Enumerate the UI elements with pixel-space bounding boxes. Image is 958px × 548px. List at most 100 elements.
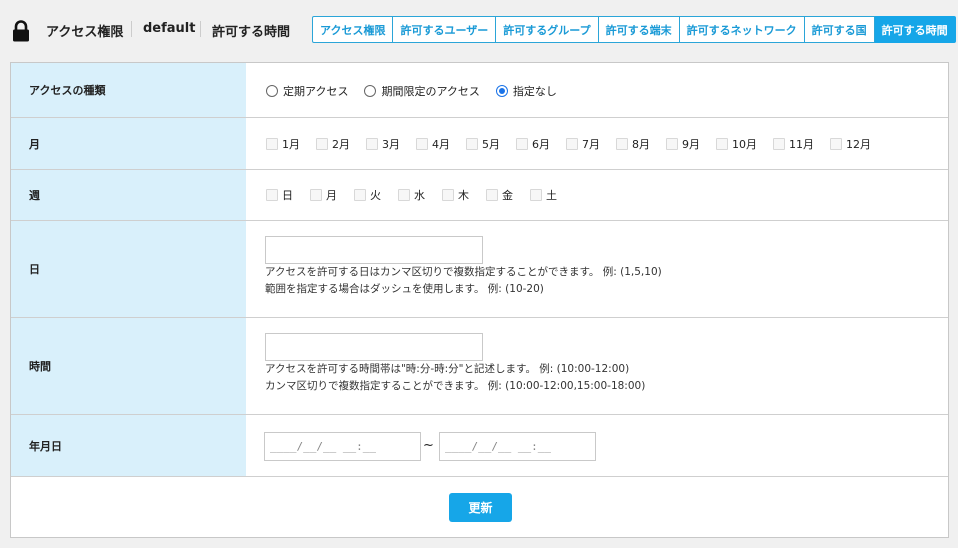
tab-allowed-users[interactable]: 許可するユーザー [393,16,497,43]
week-checkbox-sat[interactable]: 土 [530,187,557,203]
month-checkbox-2[interactable]: 2月 [316,136,350,152]
checkbox[interactable] [486,189,498,201]
week-checkbox-fri[interactable]: 金 [486,187,513,203]
checkbox[interactable] [716,138,728,150]
breadcrumb-access-rights[interactable]: アクセス権限 [46,21,123,40]
radio-button[interactable] [364,85,377,97]
checkbox-label: 9月 [682,138,700,151]
week-checkbox-tue[interactable]: 火 [354,187,381,203]
checkbox-label: 1月 [282,138,300,151]
checkbox-label: 10月 [732,138,757,151]
time-help-text-1: アクセスを許可する時間帯は"時:分-時:分"と記述します。 例: (10:00-… [265,363,630,375]
checkbox-label: 8月 [632,138,650,151]
radio-label: 期間限定のアクセス [381,85,480,98]
top-bar: アクセス権限 default 許可する時間 アクセス権限 許可するユーザー 許可… [0,0,958,60]
month-checkbox-9[interactable]: 9月 [666,136,700,152]
week-row: 週 日 月 火 水 木 金 土 [11,170,948,221]
breadcrumb-current: 許可する時間 [212,25,291,40]
checkbox-label: 木 [458,189,469,202]
tab-allowed-networks[interactable]: 許可するネットワーク [679,16,805,43]
checkbox-label: 11月 [789,138,814,151]
checkbox-label: 土 [546,189,557,202]
radio-label: 定期アクセス [283,85,349,98]
week-checkbox-mon[interactable]: 月 [310,187,337,203]
week-checkbox-thu[interactable]: 木 [442,187,469,203]
radio-button-selected[interactable] [495,85,508,97]
checkbox[interactable] [266,138,278,150]
update-button[interactable]: 更新 [449,493,512,522]
checkbox[interactable] [398,189,410,201]
week-label: 週 [11,170,246,220]
access-type-row: アクセスの種類 定期アクセス 期間限定のアクセス 指定なし [11,63,948,118]
settings-form: アクセスの種類 定期アクセス 期間限定のアクセス 指定なし 月 1月 2月 3月… [10,62,949,538]
checkbox[interactable] [530,189,542,201]
month-checkbox-7[interactable]: 7月 [566,136,600,152]
checkbox[interactable] [516,138,528,150]
access-type-radio-group: 定期アクセス 期間限定のアクセス 指定なし [266,83,573,99]
radio-button[interactable] [266,85,278,97]
month-checkbox-6[interactable]: 6月 [516,136,550,152]
checkbox[interactable] [466,138,478,150]
day-help-text-2: 範囲を指定する場合はダッシュを使用します。 例: (10-20) [265,283,544,295]
week-checkboxes: 日 月 火 水 木 金 土 [266,187,557,203]
checkbox[interactable] [830,138,842,150]
date-range-row: 年月日 ____/__/__ __:__ ~ ____/__/__ __:__ [11,415,948,477]
checkbox-label: 水 [414,189,425,202]
checkbox-label: 月 [326,189,337,202]
checkbox[interactable] [310,189,322,201]
tab-allowed-groups[interactable]: 許可するグループ [496,16,599,43]
day-label: 日 [11,221,246,317]
checkbox-label: 2月 [332,138,350,151]
month-checkbox-4[interactable]: 4月 [416,136,450,152]
checkbox[interactable] [616,138,628,150]
time-input[interactable] [265,333,483,361]
checkbox[interactable] [266,189,278,201]
checkbox-label: 4月 [432,138,450,151]
radio-limited-period-access[interactable]: 期間限定のアクセス [364,83,480,99]
month-checkbox-5[interactable]: 5月 [466,136,500,152]
checkbox[interactable] [666,138,678,150]
day-input[interactable] [265,236,483,264]
checkbox-label: 12月 [846,138,871,151]
checkbox[interactable] [366,138,378,150]
access-type-label: アクセスの種類 [11,63,246,117]
checkbox[interactable] [354,189,366,201]
month-checkbox-10[interactable]: 10月 [716,136,757,152]
checkbox-label: 5月 [482,138,500,151]
day-row: 日 アクセスを許可する日はカンマ区切りで複数指定することができます。 例: (1… [11,221,948,318]
tab-allowed-countries[interactable]: 許可する国 [804,16,875,43]
tab-allowed-devices[interactable]: 許可する端末 [598,16,680,43]
checkbox-label: 火 [370,189,381,202]
checkbox[interactable] [442,189,454,201]
tab-allowed-time[interactable]: 許可する時間 [874,16,956,43]
radio-unspecified[interactable]: 指定なし [495,83,557,99]
month-checkbox-1[interactable]: 1月 [266,136,300,152]
breadcrumb-default[interactable]: default [143,21,195,36]
checkbox[interactable] [773,138,785,150]
month-checkbox-3[interactable]: 3月 [366,136,400,152]
month-checkboxes: 1月 2月 3月 4月 5月 6月 7月 8月 9月 10月 11月 12月 [266,136,871,152]
date-to-input[interactable]: ____/__/__ __:__ [439,432,596,461]
month-checkbox-11[interactable]: 11月 [773,136,814,152]
week-checkbox-sun[interactable]: 日 [266,187,293,203]
checkbox-label: 日 [282,189,293,202]
checkbox-label: 3月 [382,138,400,151]
breadcrumb-separator [200,21,201,37]
checkbox[interactable] [416,138,428,150]
checkbox-label: 6月 [532,138,550,151]
checkbox[interactable] [566,138,578,150]
date-range-label: 年月日 [11,415,246,476]
month-checkbox-8[interactable]: 8月 [616,136,650,152]
date-from-input[interactable]: ____/__/__ __:__ [264,432,421,461]
month-row: 月 1月 2月 3月 4月 5月 6月 7月 8月 9月 10月 11月 12月 [11,118,948,170]
month-checkbox-12[interactable]: 12月 [830,136,871,152]
day-help-text-1: アクセスを許可する日はカンマ区切りで複数指定することができます。 例: (1,5… [265,266,662,278]
time-help-text-2: カンマ区切りで複数指定することができます。 例: (10:00-12:00,15… [265,380,646,392]
tab-bar: アクセス権限 許可するユーザー 許可するグループ 許可する端末 許可するネットワ… [312,16,956,43]
time-row: 時間 アクセスを許可する時間帯は"時:分-時:分"と記述します。 例: (10:… [11,318,948,415]
time-label: 時間 [11,318,246,414]
radio-periodic-access[interactable]: 定期アクセス [266,83,348,99]
tab-access-rights[interactable]: アクセス権限 [312,16,394,43]
checkbox[interactable] [316,138,328,150]
week-checkbox-wed[interactable]: 水 [398,187,425,203]
